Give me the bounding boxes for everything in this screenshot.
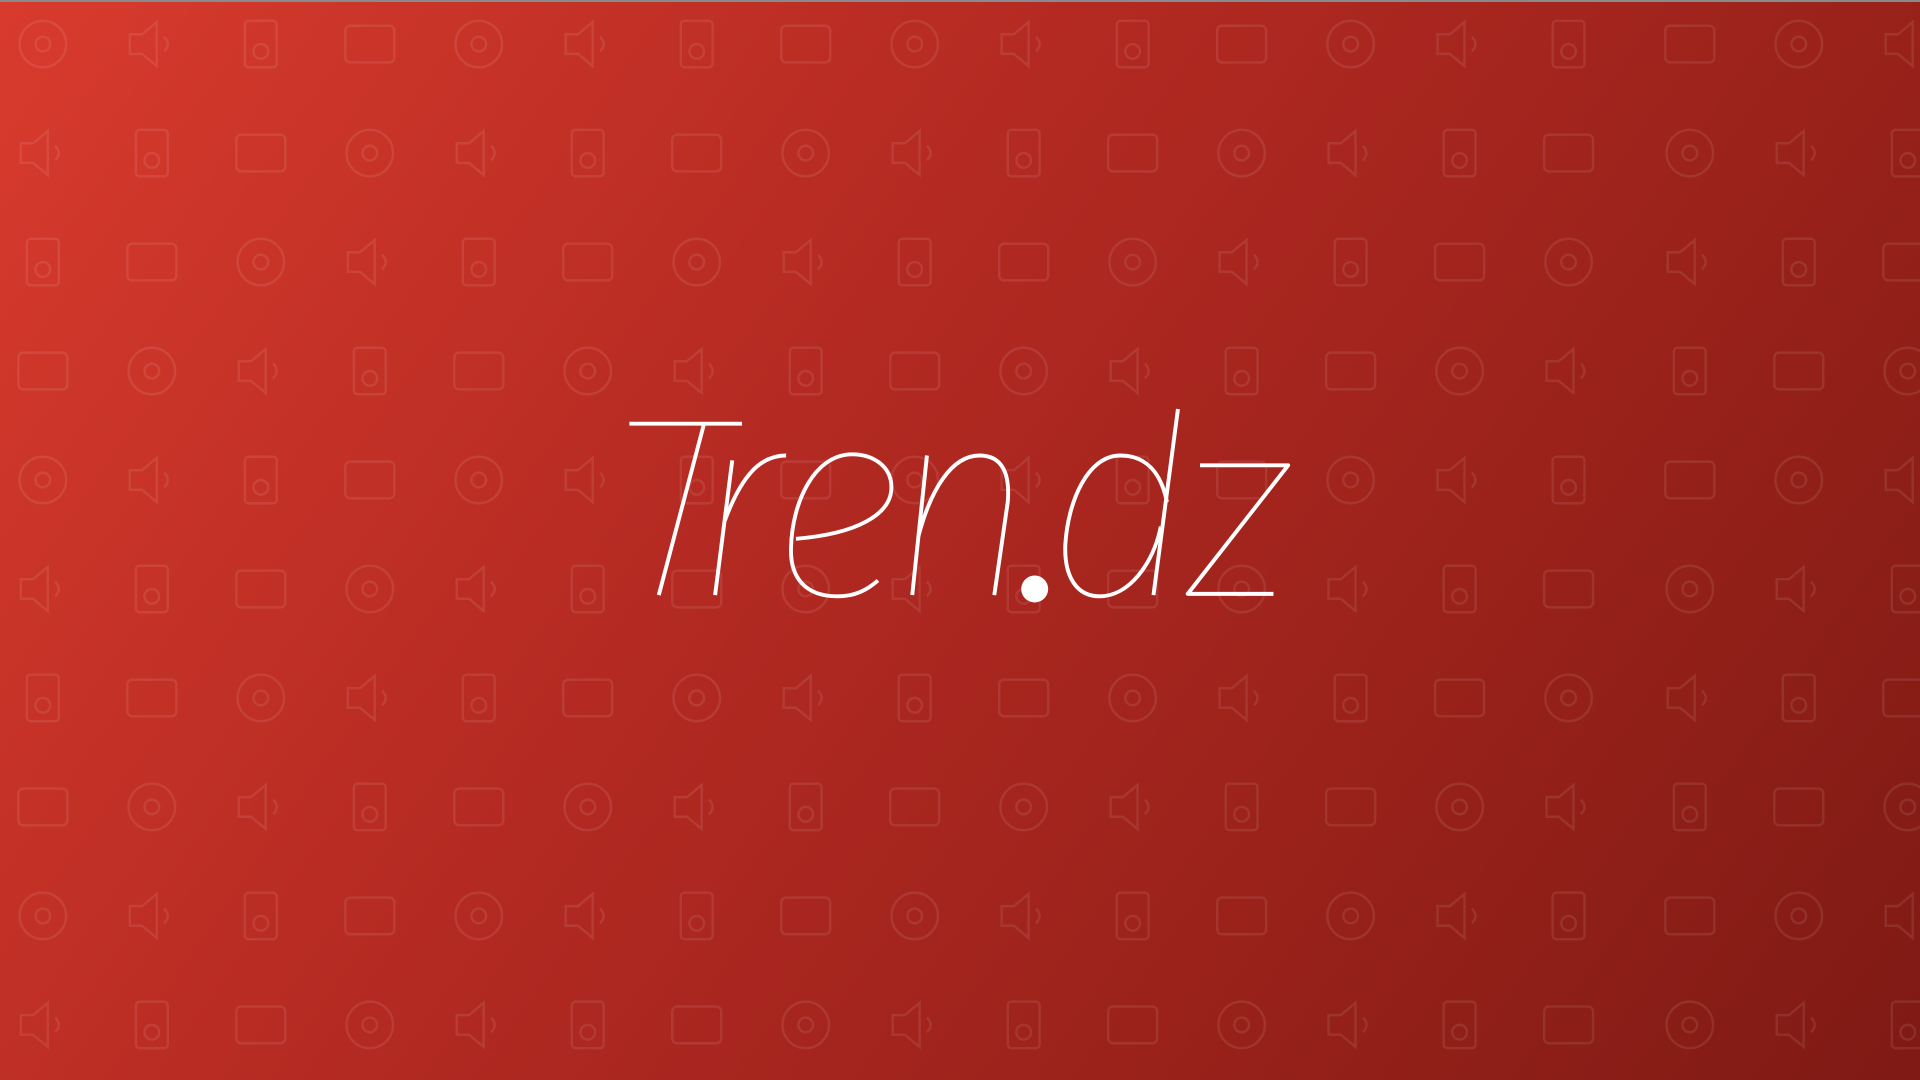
logo-dot [1021, 575, 1049, 603]
logo-letter-d [1063, 408, 1180, 599]
trendz-logo [629, 408, 1291, 603]
logo-letter-e [789, 452, 894, 599]
logo-letter-n [910, 453, 1011, 596]
logo-letter-r [713, 453, 787, 596]
splash-screen [0, 0, 1920, 1080]
logo-letter-z [1185, 463, 1291, 596]
